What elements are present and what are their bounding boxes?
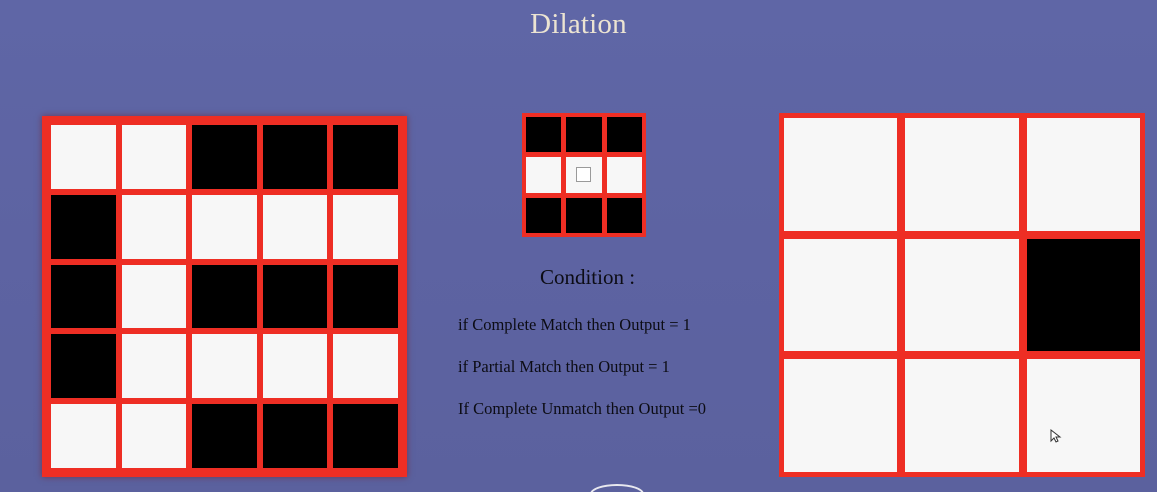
kernel-cell-r2-c1 <box>566 197 602 233</box>
input-cell-r1-c2 <box>192 194 257 259</box>
structuring-element-grid <box>522 113 646 237</box>
kernel-cell-r2-c2 <box>606 197 642 233</box>
input-cell-r2-c1 <box>121 264 187 329</box>
input-cell-r1-c4 <box>333 194 398 259</box>
input-cell-r2-c0 <box>51 264 116 329</box>
input-cell-r3-c2 <box>192 334 257 399</box>
kernel-cell-r0-c1 <box>566 117 602 153</box>
input-cell-r0-c4 <box>333 125 398 189</box>
input-cell-r0-c2 <box>192 125 257 189</box>
kernel-cell-r1-c1 <box>566 157 602 193</box>
output-cell-r2-c0 <box>784 359 898 472</box>
output-cell-r0-c0 <box>784 118 898 231</box>
input-image-grid <box>42 116 407 477</box>
rule-complete-match: if Complete Match then Output = 1 <box>458 315 691 334</box>
output-cell-r1-c0 <box>784 238 898 352</box>
output-cell-r1-c1 <box>905 238 1019 352</box>
kernel-cell-r0-c0 <box>526 117 562 153</box>
output-cell-r2-c1 <box>905 359 1019 472</box>
output-cell-r0-c2 <box>1026 118 1140 231</box>
input-cell-r0-c1 <box>121 125 187 189</box>
condition-heading: Condition : <box>539 265 636 289</box>
play-control-icon[interactable] <box>590 484 644 492</box>
rule-complete-unmatch: If Complete Unmatch then Output =0 <box>458 399 707 418</box>
output-cell-r0-c1 <box>905 118 1019 231</box>
input-cell-r2-c2 <box>192 264 257 329</box>
input-cell-r4-c3 <box>262 404 328 468</box>
kernel-cell-r1-c0 <box>526 157 562 193</box>
input-cell-r0-c0 <box>51 125 116 189</box>
input-cell-r3-c0 <box>51 334 116 399</box>
input-cell-r0-c3 <box>262 125 328 189</box>
input-cell-r4-c1 <box>121 404 187 468</box>
rule-partial-match: if Partial Match then Output = 1 <box>458 357 670 376</box>
input-cell-r3-c4 <box>333 334 398 399</box>
input-cell-r4-c4 <box>333 404 398 468</box>
slide-title: Dilation <box>530 8 627 40</box>
output-cell-r2-c2 <box>1026 359 1140 472</box>
input-cell-r1-c0 <box>51 194 116 259</box>
kernel-cell-r0-c2 <box>606 117 642 153</box>
input-cell-r4-c2 <box>192 404 257 468</box>
input-cell-r2-c3 <box>262 264 328 329</box>
kernel-cell-r2-c0 <box>526 197 562 233</box>
input-cell-r2-c4 <box>333 264 398 329</box>
input-cell-r1-c3 <box>262 194 328 259</box>
input-cell-r3-c3 <box>262 334 328 399</box>
input-cell-r4-c0 <box>51 404 116 468</box>
input-cell-r1-c1 <box>121 194 187 259</box>
mouse-cursor-icon <box>1050 429 1062 443</box>
output-image-grid <box>779 113 1145 477</box>
output-cell-r1-c2 <box>1026 238 1140 352</box>
kernel-cell-r1-c2 <box>606 157 642 193</box>
origin-marker-icon <box>575 166 591 182</box>
input-cell-r3-c1 <box>121 334 187 399</box>
